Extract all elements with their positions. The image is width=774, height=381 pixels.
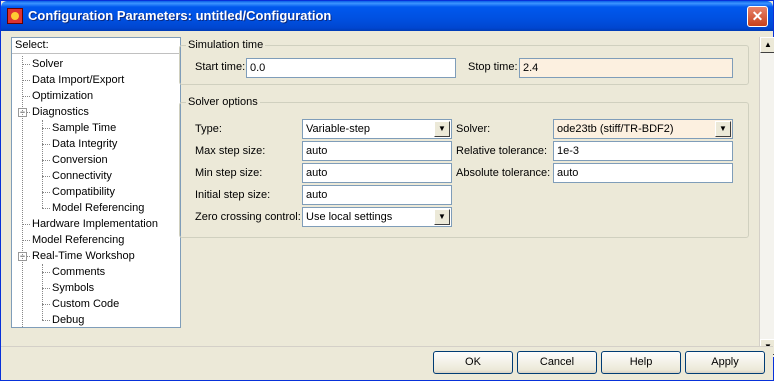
dropdown-arrow-icon[interactable]: ▼ xyxy=(715,121,731,137)
solver-dropdown[interactable]: ode23tb (stiff/TR-BDF2) ▼ xyxy=(553,119,733,139)
tree-item[interactable]: Optimization xyxy=(32,88,93,104)
stop-time-label: Stop time: xyxy=(468,61,518,73)
tree-connector xyxy=(22,224,30,225)
tree-connector xyxy=(42,208,50,209)
dropdown-arrow-icon[interactable]: ▼ xyxy=(434,209,450,225)
tree-item[interactable]: Solver xyxy=(32,56,63,72)
tree-item[interactable]: Connectivity xyxy=(52,168,112,184)
solver-label: Solver: xyxy=(456,123,491,135)
tree-connector xyxy=(42,128,50,129)
tree-item[interactable]: Symbols xyxy=(52,280,94,296)
tree-connector xyxy=(42,160,50,161)
zero-crossing-label: Zero crossing control: xyxy=(195,211,301,223)
tree-item[interactable]: Sample Time xyxy=(52,120,116,136)
zero-crossing-dropdown[interactable]: Use local settings ▼ xyxy=(302,207,452,227)
cancel-button[interactable]: Cancel xyxy=(517,351,597,374)
stop-time-input[interactable]: 2.4 xyxy=(519,58,733,78)
simulink-app-icon xyxy=(7,8,23,24)
ok-button[interactable]: OK xyxy=(433,351,513,374)
max-step-size-label: Max step size: xyxy=(195,145,266,157)
tree-item[interactable]: Model Referencing xyxy=(52,200,144,216)
tree-item[interactable]: Data Import/Export xyxy=(32,72,124,88)
tree-connector xyxy=(22,80,30,81)
relative-tolerance-input[interactable]: 1e-3 xyxy=(553,141,733,161)
zero-crossing-dropdown-value: Use local settings xyxy=(306,211,393,223)
tree-connector xyxy=(42,176,50,177)
relative-tolerance-label: Relative tolerance: xyxy=(456,145,548,157)
max-step-size-input[interactable]: auto xyxy=(302,141,452,161)
simulation-time-legend: Simulation time xyxy=(186,39,266,51)
tree-connector xyxy=(42,320,50,321)
tree-item[interactable]: Data Integrity xyxy=(52,136,117,152)
tree-item[interactable]: Hardware Implementation xyxy=(32,216,158,232)
start-time-input[interactable]: 0.0 xyxy=(246,58,456,78)
tree-item[interactable]: Compatibility xyxy=(52,184,115,200)
absolute-tolerance-input[interactable]: auto xyxy=(553,163,733,183)
tree-item[interactable]: Real-Time Workshop xyxy=(32,248,135,264)
tree-item[interactable]: Debug xyxy=(52,312,84,327)
category-tree[interactable]: Select: Solver Data Import/Export Optimiza… xyxy=(11,37,181,328)
configuration-dialog: Configuration Parameters: untitled/Confi… xyxy=(0,0,774,381)
scroll-up-icon[interactable]: ▲ xyxy=(760,37,774,53)
tree-connector xyxy=(42,264,43,320)
tree-header: Select: xyxy=(12,38,180,54)
tree-connector xyxy=(42,304,50,305)
type-label: Type: xyxy=(195,123,222,135)
dropdown-arrow-icon[interactable]: ▼ xyxy=(434,121,450,137)
type-dropdown-value: Variable-step xyxy=(306,123,370,135)
solver-options-group: Solver options Type: Variable-step ▼ Sol… xyxy=(179,96,749,238)
content-area: Select: Solver Data Import/Export Optimiza… xyxy=(5,31,774,378)
tree-item[interactable]: Comments xyxy=(52,264,105,280)
solver-dropdown-value: ode23tb (stiff/TR-BDF2) xyxy=(557,123,674,135)
close-button[interactable]: ✕ xyxy=(747,6,768,27)
type-dropdown[interactable]: Variable-step ▼ xyxy=(302,119,452,139)
solver-options-legend: Solver options xyxy=(186,96,260,108)
tree-connector xyxy=(42,144,50,145)
tree-connector xyxy=(22,56,23,327)
apply-button[interactable]: Apply xyxy=(685,351,765,374)
min-step-size-input[interactable]: auto xyxy=(302,163,452,183)
vertical-scrollbar[interactable]: ▲ ▼ xyxy=(759,37,774,357)
absolute-tolerance-label: Absolute tolerance: xyxy=(456,167,551,179)
tree-connector xyxy=(22,240,30,241)
tree-item[interactable]: Diagnostics xyxy=(32,104,89,120)
help-button[interactable]: Help xyxy=(601,351,681,374)
initial-step-size-input[interactable]: auto xyxy=(302,185,452,205)
tree-item[interactable]: Model Referencing xyxy=(32,232,124,248)
tree-item[interactable]: Custom Code xyxy=(52,296,119,312)
tree-connector xyxy=(42,288,50,289)
tree-connector xyxy=(42,192,50,193)
tree-item[interactable]: Conversion xyxy=(52,152,108,168)
start-time-label: Start time: xyxy=(195,61,246,73)
tree-connector xyxy=(42,120,43,208)
tree-connector xyxy=(22,96,30,97)
tree-connector xyxy=(42,272,50,273)
min-step-size-label: Min step size: xyxy=(195,167,263,179)
simulation-time-group: Simulation time Start time: 0.0 Stop tim… xyxy=(179,39,749,85)
button-bar: OK Cancel Help Apply xyxy=(1,346,773,380)
initial-step-size-label: Initial step size: xyxy=(195,189,271,201)
window-title: Configuration Parameters: untitled/Confi… xyxy=(28,8,332,23)
tree-connector xyxy=(22,64,30,65)
title-bar[interactable]: Configuration Parameters: untitled/Confi… xyxy=(1,1,773,31)
